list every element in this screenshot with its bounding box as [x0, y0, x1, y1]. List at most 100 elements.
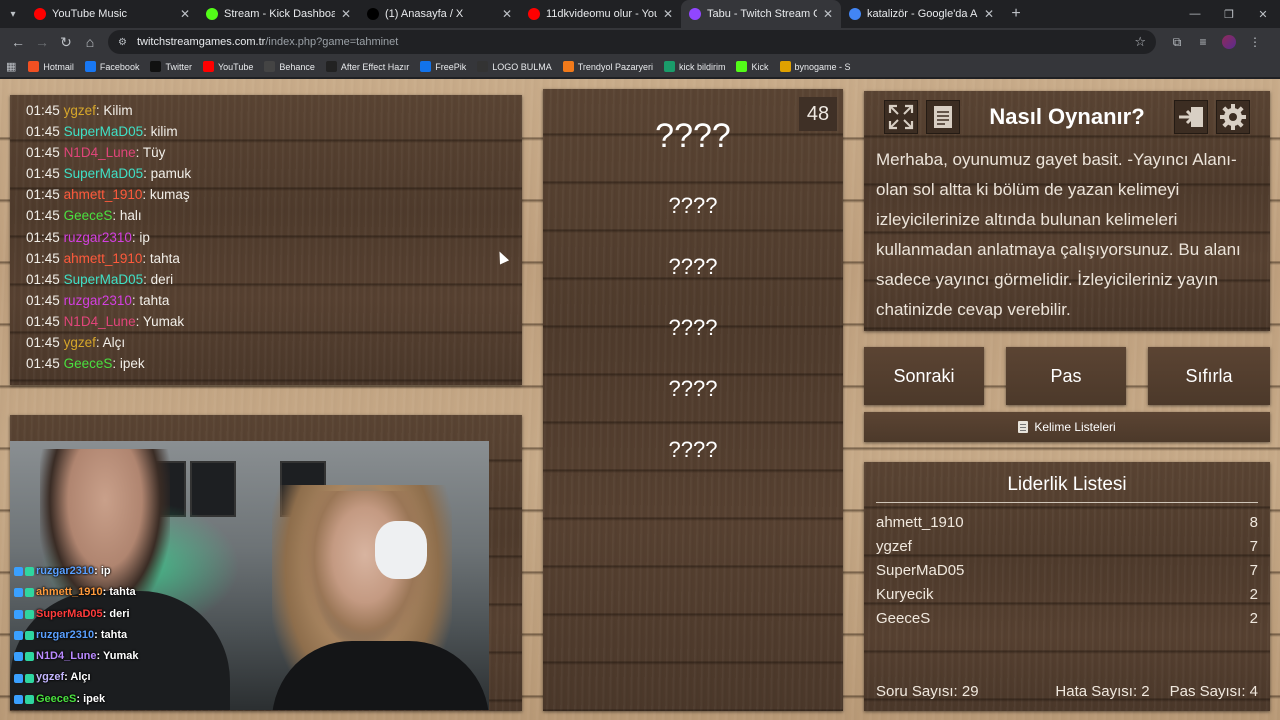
chat-text: : tahta [142, 250, 180, 266]
notes-icon[interactable] [926, 100, 960, 134]
tab-close-icon[interactable]: ✕ [502, 7, 512, 21]
bookmark-favicon-icon [28, 61, 40, 72]
badge-icon [14, 652, 23, 662]
reload-icon[interactable]: ↻ [54, 30, 78, 54]
badge-icon [25, 652, 34, 662]
back-icon[interactable]: ← [6, 30, 30, 54]
chat-username[interactable]: GeeceS [64, 356, 113, 371]
chat-time: 01:45 [26, 187, 60, 203]
chat-username[interactable]: ahmett_1910 [64, 251, 143, 266]
menu-kebab-icon[interactable]: ⋮ [1242, 30, 1268, 54]
forward-icon[interactable]: → [30, 30, 54, 54]
browser-tab[interactable]: katalizör - Google'da Ara ✕ [841, 0, 1002, 28]
bookmark-label: Kick [751, 61, 769, 72]
bookmark-item[interactable]: Behance [264, 61, 315, 72]
tab-search-icon[interactable]: ▾ [0, 0, 26, 28]
word-lists-button[interactable]: Kelime Listeleri [864, 412, 1270, 442]
how-to-play-panel: Nasıl Oynanır? Merhaba, oyunumuz gayet b… [864, 91, 1270, 331]
overlay-username: SuperMaD05 [36, 607, 103, 620]
bookmark-item[interactable]: Hotmail [28, 61, 74, 72]
browser-tab[interactable]: Stream - Kick Dashboard ✕ [198, 0, 359, 28]
reset-button[interactable]: Sıfırla [1148, 347, 1270, 405]
new-tab-button[interactable]: + [1002, 0, 1030, 28]
chat-username[interactable]: SuperMaD05 [64, 166, 144, 181]
bookmark-item[interactable]: YouTube [202, 61, 253, 72]
chat-text: : kumaş [142, 187, 190, 203]
bookmark-item[interactable]: Facebook [84, 61, 140, 72]
chat-username[interactable]: ruzgar2310 [64, 230, 132, 245]
overlay-text: : deri [102, 607, 130, 620]
chat-username[interactable]: N1D4_Lune [64, 314, 136, 329]
chat-username[interactable]: ygzef [64, 335, 96, 350]
player-score: 2 [1249, 586, 1258, 603]
pass-button[interactable]: Pas [1006, 347, 1126, 405]
bookmark-label: Facebook [99, 61, 140, 72]
media-icon[interactable]: ≡ [1190, 30, 1216, 54]
bookmark-item[interactable]: kick bildirim [663, 61, 725, 72]
apps-grid-icon[interactable]: ▦ [6, 60, 16, 73]
chat-message: 01:45 N1D4_Lune: Tüy [26, 142, 506, 163]
fullscreen-icon[interactable] [884, 100, 918, 134]
window-controls: — ❐ ✕ [1178, 0, 1280, 28]
player-score: 7 [1249, 562, 1258, 579]
tab-close-icon[interactable]: ✕ [341, 7, 351, 21]
badge-icon [14, 631, 23, 641]
browser-tab[interactable]: 11dkvideomu olur - YouTube ✕ [520, 0, 681, 28]
chat-username[interactable]: SuperMaD05 [64, 272, 144, 287]
chat-time: 01:45 [26, 103, 60, 118]
minimize-icon[interactable]: — [1178, 0, 1212, 28]
tab-close-icon[interactable]: ✕ [663, 7, 673, 21]
chat-text: : Kilim [95, 103, 133, 118]
overlay-chat-message: GeeceS: ipek [14, 689, 139, 710]
address-bar[interactable]: ⚙ twitchstreamgames.com.tr/index.php?gam… [108, 30, 1156, 54]
exit-icon[interactable] [1174, 100, 1208, 134]
clipboard-icon [1018, 421, 1029, 433]
home-icon[interactable]: ⌂ [78, 30, 102, 54]
chat-time: 01:45 [26, 124, 60, 140]
taboo-word: ???? [668, 376, 718, 401]
chat-username[interactable]: N1D4_Lune [64, 145, 136, 160]
bookmark-item[interactable]: LOGO BULMA [477, 61, 552, 72]
bookmark-item[interactable]: Trendyol Pazaryeri [562, 61, 653, 72]
restore-icon[interactable]: ❐ [1212, 0, 1246, 28]
bookmark-item[interactable]: FreePik [420, 61, 466, 72]
extensions-icon[interactable]: ⧉ [1164, 30, 1190, 54]
browser-tab[interactable]: Tabu - Twitch Stream Games ✕ [681, 0, 841, 28]
chat-time: 01:45 [26, 335, 60, 351]
close-window-icon[interactable]: ✕ [1246, 0, 1280, 28]
chat-message: 01:45 SuperMaD05: deri [26, 269, 506, 290]
main-word: ???? [655, 117, 731, 155]
bookmark-item[interactable]: Kick [736, 61, 769, 72]
profile-avatar[interactable] [1222, 35, 1236, 49]
chat-username[interactable]: SuperMaD05 [64, 124, 144, 139]
site-info-icon[interactable]: ⚙ [118, 37, 127, 48]
chat-time: 01:45 [26, 166, 60, 182]
bookmark-label: Twitter [165, 61, 192, 72]
chat-username[interactable]: ygzef [64, 103, 96, 118]
tab-close-icon[interactable]: ✕ [180, 7, 190, 21]
url-path: /index.php?game=tahminet [265, 36, 399, 48]
browser-tab[interactable]: YouTube Music ✕ [26, 0, 198, 28]
overlay-username: ruzgar2310 [36, 565, 95, 577]
next-button[interactable]: Sonraki [864, 347, 984, 405]
chat-username[interactable]: GeeceS [64, 208, 113, 223]
bookmark-item[interactable]: Twitter [150, 61, 192, 72]
settings-gear-icon[interactable] [1216, 100, 1250, 134]
bookmark-item[interactable]: After Effect Hazır [325, 61, 409, 72]
overlay-username: GeeceS [36, 692, 77, 705]
tab-close-icon[interactable]: ✕ [984, 7, 994, 21]
chat-text: : deri [143, 271, 174, 287]
chat-username[interactable]: ahmett_1910 [64, 187, 143, 202]
browser-tab[interactable]: (1) Anasayfa / X ✕ [359, 0, 520, 28]
bookmark-item[interactable]: bynogame - S [779, 61, 851, 72]
chat-username[interactable]: ruzgar2310 [64, 293, 132, 308]
overlay-text: : tahta [102, 586, 136, 599]
bookmark-favicon-icon [736, 61, 748, 72]
overlay-text: : Alçı [64, 671, 91, 684]
chat-message: 01:45 N1D4_Lune: Yumak [26, 311, 506, 332]
tab-title: katalizör - Google'da Ara [867, 8, 978, 20]
chat-message: 01:45 ygzef: Kilim [26, 100, 506, 121]
leaderboard-row: ygzef 7 [876, 535, 1258, 559]
tab-close-icon[interactable]: ✕ [823, 7, 833, 21]
bookmark-star-icon[interactable]: ☆ [1134, 34, 1146, 50]
